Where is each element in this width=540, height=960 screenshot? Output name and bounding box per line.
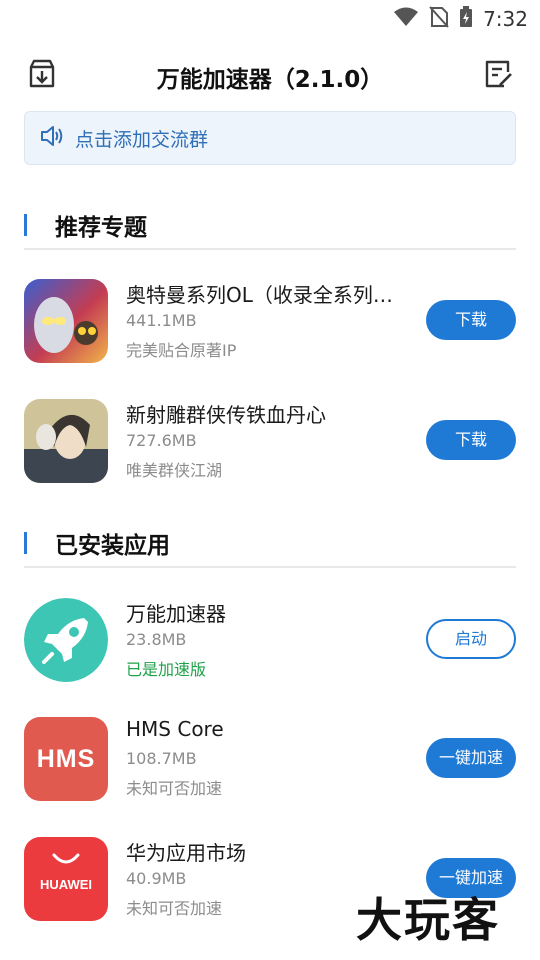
app-name: 华为应用市场 xyxy=(126,841,246,865)
app-size: 727.6MB xyxy=(126,431,197,450)
app-name: 新射雕群侠传铁血丹心 xyxy=(126,403,326,427)
app-size: 40.9MB xyxy=(126,869,187,888)
app-item-ultraman[interactable]: 奥特曼系列OL（收录全系列… 441.1MB 完美贴合原著IP 下载 xyxy=(24,279,516,365)
speaker-icon xyxy=(39,124,65,152)
join-group-banner[interactable]: 点击添加交流群 xyxy=(24,111,516,165)
app-desc: 已是加速版 xyxy=(126,660,207,679)
status-icons: 7:32 xyxy=(393,6,528,32)
banner-text: 点击添加交流群 xyxy=(75,128,209,151)
title-bar: 万能加速器（2.1.0） xyxy=(0,48,540,100)
wifi-icon xyxy=(393,7,419,31)
status-bar: 7:32 xyxy=(0,0,540,36)
section-recommended: 推荐专题 xyxy=(24,200,516,250)
app-name: 万能加速器 xyxy=(126,602,226,626)
app-icon-appgallery: HUAWEI xyxy=(24,837,108,921)
app-size: 441.1MB xyxy=(126,311,197,330)
watermark: 大玩客 xyxy=(356,893,500,947)
launch-button[interactable]: 启动 xyxy=(426,619,516,659)
section-title: 推荐专题 xyxy=(55,215,147,241)
no-sim-icon xyxy=(429,6,449,32)
download-button[interactable]: 下载 xyxy=(426,420,516,460)
section-accent-bar xyxy=(24,532,27,554)
app-item-hms-core[interactable]: HMS HMS Core 108.7MB 未知可否加速 一键加速 xyxy=(24,717,516,803)
app-size: 23.8MB xyxy=(126,630,187,649)
download-button[interactable]: 下载 xyxy=(426,300,516,340)
hms-logo-text: HMS xyxy=(36,744,96,773)
huawei-logo-text: HUAWEI xyxy=(40,877,92,892)
app-name: 奥特曼系列OL（收录全系列… xyxy=(126,283,393,307)
accelerate-button[interactable]: 一键加速 xyxy=(426,738,516,778)
page-title: 万能加速器（2.1.0） xyxy=(156,67,384,93)
app-name: HMS Core xyxy=(126,717,224,741)
app-size: 108.7MB xyxy=(126,749,197,768)
app-desc: 未知可否加速 xyxy=(126,899,223,918)
battery-charging-icon xyxy=(459,6,473,32)
app-item-accelerator[interactable]: 万能加速器 23.8MB 已是加速版 启动 xyxy=(24,598,516,684)
section-installed: 已安装应用 xyxy=(24,518,516,568)
app-icon-shediao xyxy=(24,399,108,483)
app-icon-accelerator xyxy=(24,598,108,682)
section-accent-bar xyxy=(24,214,27,236)
edit-note-icon[interactable] xyxy=(480,56,516,92)
app-icon-ultraman xyxy=(24,279,108,363)
section-title: 已安装应用 xyxy=(55,533,170,559)
app-item-shediao[interactable]: 新射雕群侠传铁血丹心 727.6MB 唯美群侠江湖 下载 xyxy=(24,399,516,485)
app-desc: 未知可否加速 xyxy=(126,779,223,798)
app-desc: 唯美群侠江湖 xyxy=(126,461,223,480)
status-time: 7:32 xyxy=(483,7,528,31)
app-desc: 完美贴合原著IP xyxy=(126,341,237,360)
app-icon-hms: HMS xyxy=(24,717,108,801)
